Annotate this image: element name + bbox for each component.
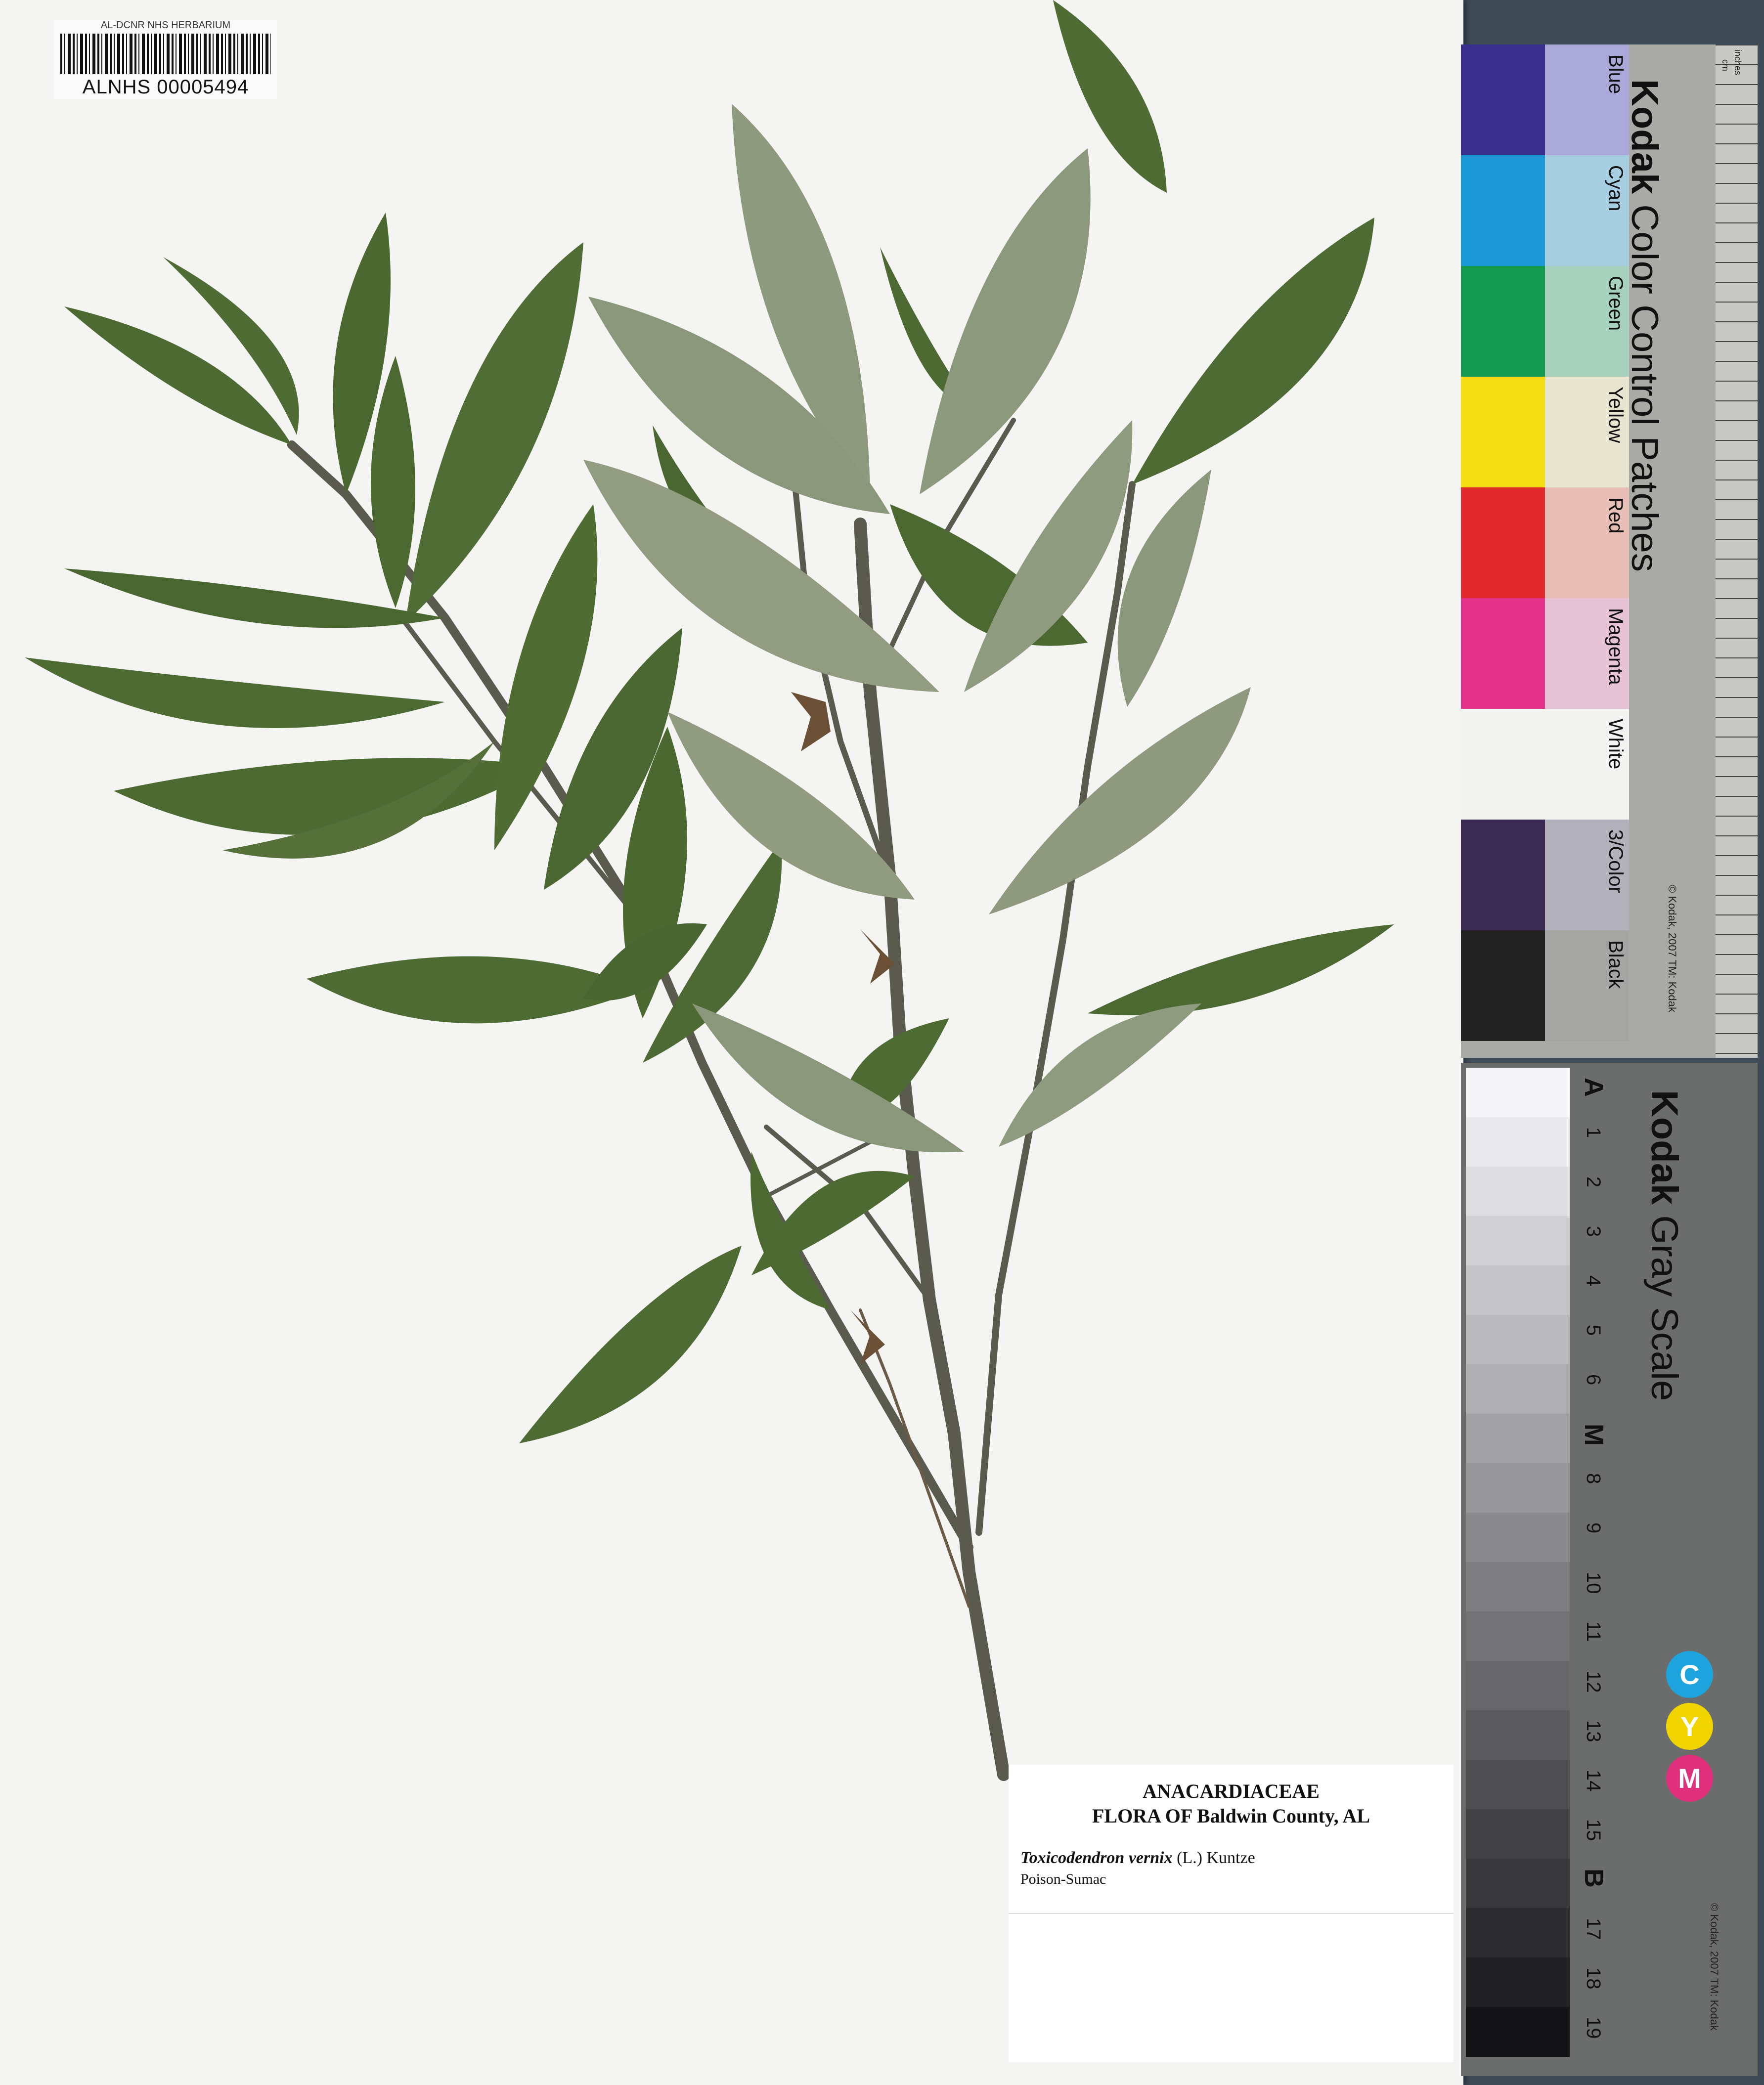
authority: (L.) Kuntze: [1177, 1849, 1255, 1867]
measuring-ruler: inches cm: [1716, 44, 1758, 1058]
gray-step-label: 10: [1583, 1572, 1604, 1594]
cym-dot-m: M: [1666, 1755, 1713, 1802]
leaf: [519, 1246, 742, 1443]
color-patch-label: Black: [1605, 940, 1627, 989]
cym-dot-c: C: [1666, 1651, 1713, 1698]
gray-card-brand: Kodak: [1643, 1090, 1685, 1205]
color-patch-green-dark: [1461, 266, 1545, 377]
ruler-unit-inches: inches: [1733, 49, 1743, 76]
leaf-underside: [920, 148, 1091, 494]
leaf-underside: [583, 460, 939, 692]
gray-step-label: 17: [1583, 1918, 1604, 1940]
gray-step: [1466, 1809, 1570, 1859]
gray-step-label: 18: [1583, 1967, 1604, 1990]
color-card-brand: Kodak: [1624, 79, 1666, 194]
gray-step: [1466, 1760, 1570, 1810]
family-name: ANACARDIACEAE: [1143, 1780, 1320, 1802]
gray-step-label: 3: [1583, 1226, 1604, 1237]
color-patch-magenta-dark: [1461, 598, 1545, 709]
gray-step: [1466, 1068, 1570, 1118]
gray-step-label: 12: [1583, 1671, 1604, 1693]
gray-step-label: 15: [1583, 1819, 1604, 1841]
leaf: [1088, 924, 1394, 1015]
label-blank-area: [1009, 1913, 1454, 2062]
gray-step-label: 9: [1583, 1522, 1604, 1534]
color-patch-white-dark: [1461, 709, 1545, 820]
gray-step: [1466, 1216, 1570, 1266]
color-patch-label: Magenta: [1605, 608, 1627, 685]
scientific-name-line: Toxicodendron vernix (L.) Kuntze: [1020, 1849, 1255, 1868]
gray-step: [1466, 1908, 1570, 1958]
herbarium-sheet: AL-DCNR NHS HERBARIUM ALNHS 00005494 ANA…: [0, 0, 1463, 2085]
gray-step-label: M: [1579, 1424, 1609, 1446]
gray-step: [1466, 1315, 1570, 1365]
color-patch-red-dark: [1461, 487, 1545, 598]
gray-step: [1466, 1859, 1570, 1909]
leaf: [1132, 217, 1374, 484]
gray-step: [1466, 1562, 1570, 1612]
leaf-underside: [989, 687, 1251, 914]
gray-step: [1466, 1414, 1570, 1464]
flower-cluster: [791, 692, 831, 751]
color-patch-3-color-dark: [1461, 820, 1545, 930]
gray-step-label: 5: [1583, 1325, 1604, 1336]
gray-card-name: Gray Scale: [1643, 1215, 1685, 1401]
ruler-unit-cm: cm: [1720, 59, 1730, 71]
gray-step-label: 14: [1583, 1770, 1604, 1792]
common-name: Poison-Sumac: [1020, 1871, 1106, 1887]
gray-step: [1466, 1463, 1570, 1513]
gray-step: [1466, 1611, 1570, 1661]
color-patch-cyan-dark: [1461, 155, 1545, 266]
gray-step-label: 8: [1583, 1473, 1604, 1484]
color-card-name: Color Control Patches: [1624, 204, 1666, 572]
color-patch-label: 3/Color: [1605, 829, 1627, 893]
specimen-label: ANACARDIACEAE FLORA OF Baldwin County, A…: [1009, 1765, 1454, 2062]
color-card-title: Kodak Color Control Patches: [1623, 79, 1666, 572]
gray-step: [1466, 1117, 1570, 1167]
color-patch-label: White: [1605, 719, 1627, 770]
color-card-copyright: © Kodak, 2007 TM: Kodak: [1666, 885, 1678, 1012]
flora-location: FLORA OF Baldwin County, AL: [1092, 1805, 1370, 1827]
cym-dot-y: Y: [1666, 1703, 1713, 1750]
gray-step: [1466, 1265, 1570, 1315]
gray-step-label: 6: [1583, 1374, 1604, 1386]
gray-step-label: 1: [1583, 1127, 1604, 1138]
gray-step-label: 19: [1583, 2017, 1604, 2039]
leaf-underside: [999, 1003, 1201, 1147]
gray-step: [1466, 1167, 1570, 1216]
gray-step: [1466, 1513, 1570, 1563]
gray-step-label: 4: [1583, 1275, 1604, 1287]
gray-scale-card: A 1 2 3 4 5 6 M 8 9 10 11 12 13 14 15 B 17 18 19 Kodak Gray…: [1461, 1063, 1758, 2076]
color-control-card: Blue Cyan Green Yellow Red Magenta White 3/Colo…: [1461, 44, 1758, 1058]
color-patch-black-dark: [1461, 930, 1545, 1041]
gray-card-copyright: © Kodak, 2007 TM: Kodak: [1708, 1903, 1720, 2031]
color-patch-blue-dark: [1461, 44, 1545, 155]
gray-step-label: 2: [1583, 1176, 1604, 1188]
leaf: [114, 758, 544, 835]
gray-step: [1466, 1661, 1570, 1711]
gray-step-label: 11: [1583, 1621, 1604, 1642]
leaf: [25, 657, 445, 728]
scientific-name: Toxicodendron vernix: [1020, 1849, 1173, 1867]
gray-step-label: 13: [1583, 1720, 1604, 1742]
gray-step: [1466, 2007, 1570, 2057]
gray-step-label: B: [1579, 1868, 1609, 1888]
gray-card-title: Kodak Gray Scale: [1643, 1090, 1686, 1401]
gray-step: [1466, 1364, 1570, 1414]
gray-step-label: A: [1579, 1078, 1609, 1097]
gray-step: [1466, 1710, 1570, 1760]
gray-step: [1466, 1957, 1570, 2007]
color-patch-yellow-dark: [1461, 377, 1545, 487]
